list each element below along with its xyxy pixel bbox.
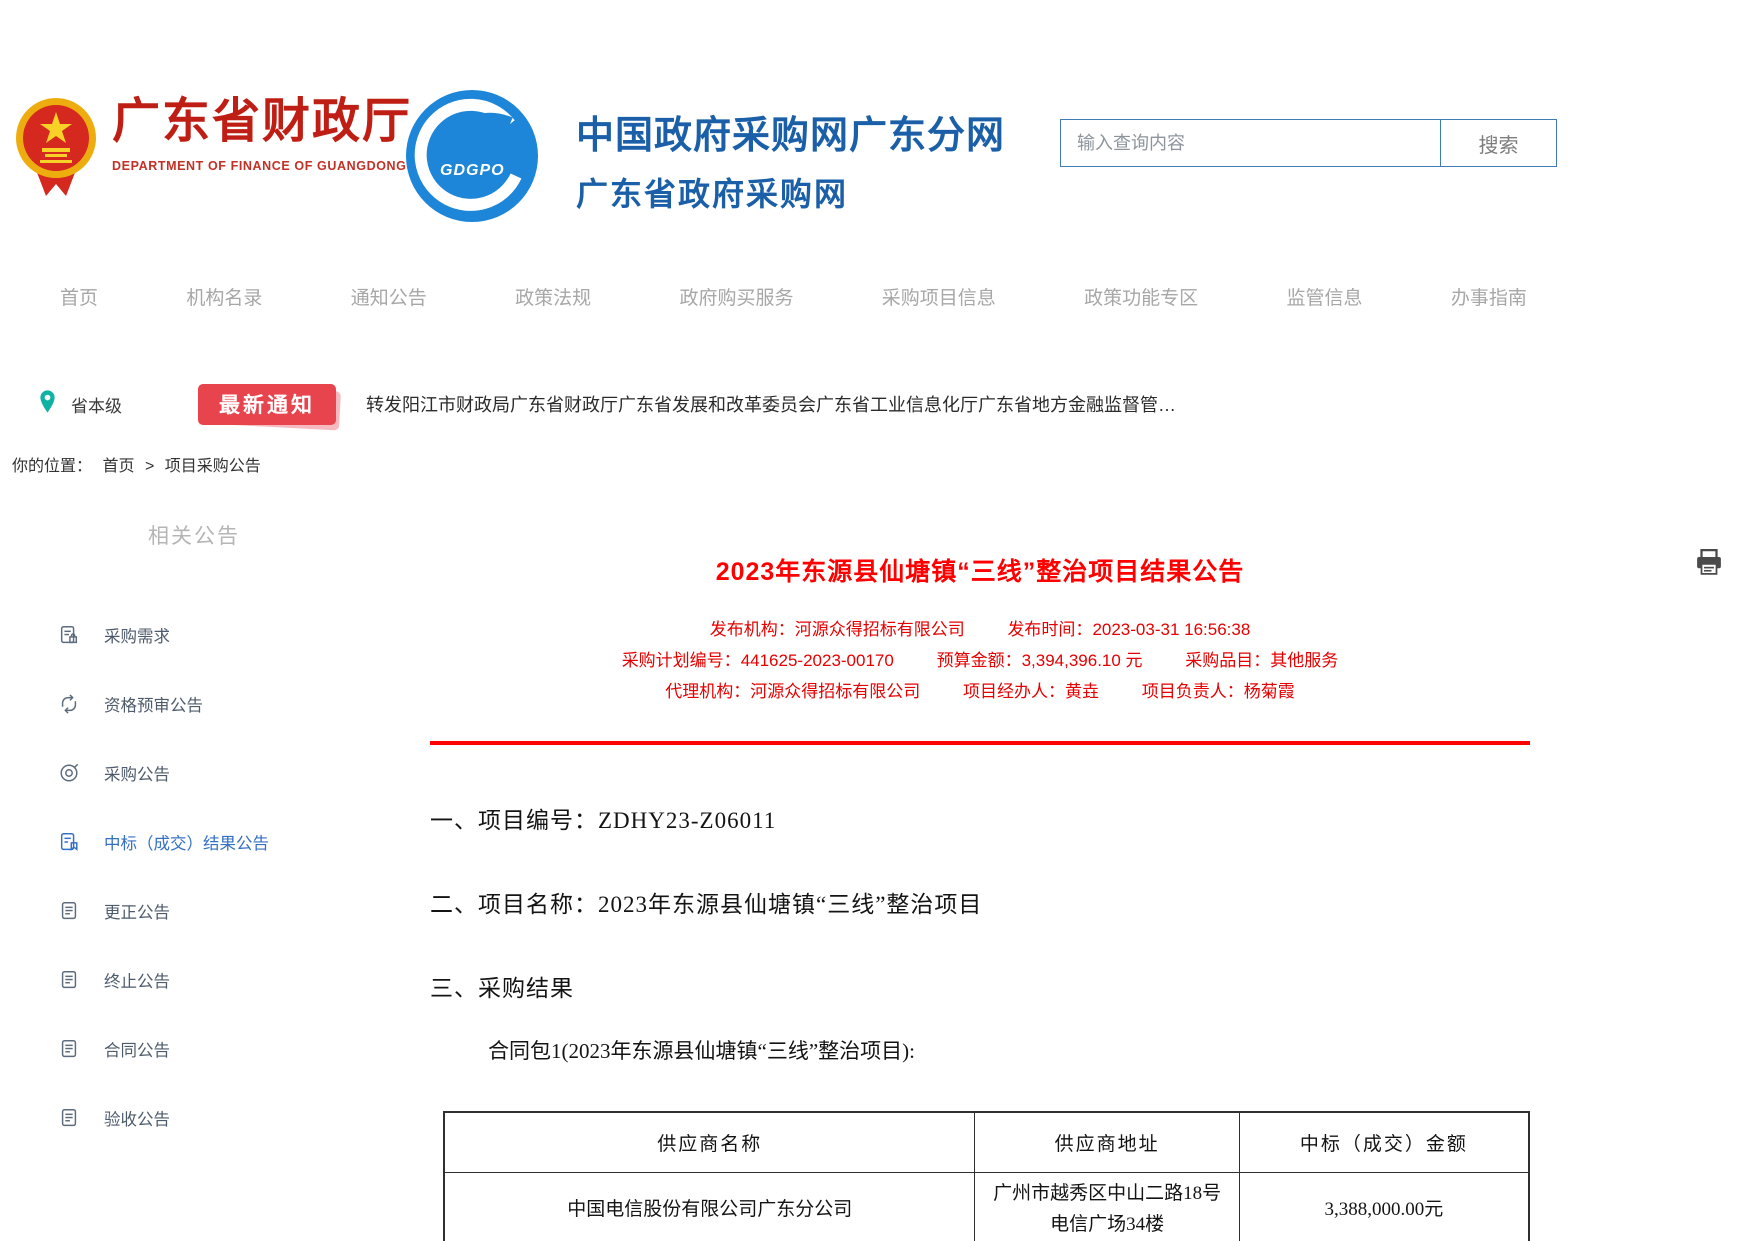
plan-number-value: 441625-2023-00170: [741, 651, 894, 670]
breadcrumb-separator: >: [145, 458, 154, 475]
contract-package-line: 合同包1(2023年东源县仙塘镇“三线”整治项目):: [430, 1035, 1530, 1065]
sidebar-item-award-result[interactable]: 中标（成交）结果公告: [0, 807, 430, 876]
section-project-number: 一、项目编号：ZDHY23-Z06011: [430, 801, 1530, 835]
sidebar-item-label: 中标（成交）结果公告: [104, 830, 269, 854]
notice-link[interactable]: 转发阳江市财政局广东省财政厅广东省发展和改革委员会广东省工业信息化厅广东省地方金…: [366, 391, 1176, 417]
manager-label: 项目负责人：: [1142, 682, 1244, 701]
nav-item-policies[interactable]: 政策法规: [515, 283, 591, 310]
manager-value: 杨菊霞: [1244, 682, 1295, 701]
budget-label: 预算金额：: [937, 651, 1022, 670]
sidebar: 相关公告 采购需求 资格预审公告: [0, 520, 430, 1152]
location-pin-icon: [38, 389, 57, 419]
national-emblem-icon: [14, 96, 98, 205]
notice-bar: 省本级 最新通知 转发阳江市财政局广东省财政厅广东省发展和改革委员会广东省工业信…: [38, 381, 1176, 427]
section-project-name: 二、项目名称：2023年东源县仙塘镇“三线”整治项目: [430, 885, 1530, 919]
sidebar-item-label: 验收公告: [104, 1106, 170, 1130]
result-table: 供应商名称 供应商地址 中标（成交）金额 中国电信股份有限公司广东分公司 广州市…: [443, 1111, 1530, 1241]
plan-number-label: 采购计划编号：: [622, 651, 741, 670]
nav-item-policy-zone[interactable]: 政策功能专区: [1084, 283, 1198, 310]
breadcrumb-prefix: 你的位置：: [12, 458, 92, 475]
latest-notice-badge[interactable]: 最新通知: [198, 384, 336, 425]
sidebar-item-procurement-demand[interactable]: 采购需求: [0, 600, 430, 669]
sidebar-list: 采购需求 资格预审公告 采购公告: [0, 600, 430, 1152]
budget-value: 3,394,396.10 元: [1022, 651, 1143, 670]
publisher-value: 河源众得招标有限公司: [795, 620, 965, 639]
breadcrumb: 你的位置： 首页 > 项目采购公告: [12, 452, 267, 476]
breadcrumb-current[interactable]: 项目采购公告: [165, 458, 261, 475]
red-divider: [430, 741, 1530, 745]
cell-award-amount: 3,388,000.00元: [1239, 1172, 1529, 1241]
nav-item-project-info[interactable]: 采购项目信息: [882, 283, 996, 310]
sidebar-item-label: 采购需求: [104, 623, 170, 647]
sidebar-item-contract[interactable]: 合同公告: [0, 1014, 430, 1083]
sidebar-item-correction[interactable]: 更正公告: [0, 876, 430, 945]
table-header-row: 供应商名称 供应商地址 中标（成交）金额: [444, 1112, 1529, 1172]
sidebar-item-prequalification[interactable]: 资格预审公告: [0, 669, 430, 738]
sidebar-item-label: 合同公告: [104, 1037, 170, 1061]
print-button[interactable]: [1694, 547, 1724, 582]
agency-value: 河源众得招标有限公司: [750, 682, 920, 701]
article-meta: 发布机构：河源众得招标有限公司 发布时间：2023-03-31 16:56:38…: [430, 614, 1530, 707]
handler-label: 项目经办人：: [963, 682, 1065, 701]
gdgpo-logo-icon: GDGPO: [406, 90, 538, 222]
search-button[interactable]: 搜索: [1440, 120, 1556, 166]
gdgpo-text: GDGPO: [440, 162, 505, 180]
header-supplier-name: 供应商名称: [444, 1112, 975, 1172]
header-award-amount: 中标（成交）金额: [1239, 1112, 1529, 1172]
category-value: 其他服务: [1270, 651, 1338, 670]
agency-label: 代理机构：: [665, 682, 750, 701]
sidebar-item-label: 采购公告: [104, 761, 170, 785]
sidebar-item-acceptance[interactable]: 验收公告: [0, 1083, 430, 1152]
site-title: 中国政府采购网广东分网 广东省政府采购网: [576, 104, 1005, 215]
cell-supplier-address: 广州市越秀区中山二路18号 电信广场34楼: [975, 1172, 1239, 1241]
search-bar: 搜索: [1060, 119, 1557, 167]
article: 2023年东源县仙塘镇“三线”整治项目结果公告 发布机构：河源众得招标有限公司 …: [430, 520, 1530, 1241]
handler-value: 黄垚: [1065, 682, 1099, 701]
address-line-1: 广州市越秀区中山二路18号: [975, 1178, 1238, 1209]
address-line-2: 电信广场34楼: [975, 1209, 1238, 1240]
page: 广东省财政厅 DEPARTMENT OF FINANCE OF GUANGDON…: [0, 0, 1755, 1241]
meta-line-2: 采购计划编号：441625-2023-00170 预算金额：3,394,396.…: [430, 645, 1530, 676]
article-title: 2023年东源县仙塘镇“三线”整治项目结果公告: [430, 552, 1530, 588]
meta-line-3: 代理机构：河源众得招标有限公司 项目经办人：黄垚 项目负责人：杨菊霞: [430, 676, 1530, 707]
nav-item-gov-purchase-service[interactable]: 政府购买服务: [679, 283, 793, 310]
sidebar-item-label: 资格预审公告: [104, 692, 203, 716]
nav-item-guide[interactable]: 办事指南: [1451, 283, 1527, 310]
nav-item-supervision[interactable]: 监管信息: [1287, 283, 1363, 310]
meta-line-1: 发布机构：河源众得招标有限公司 发布时间：2023-03-31 16:56:38: [430, 614, 1530, 645]
publish-time-value: 2023-03-31 16:56:38: [1092, 620, 1250, 639]
search-input[interactable]: [1061, 120, 1440, 166]
publish-time-label: 发布时间：: [1007, 620, 1092, 639]
sidebar-item-termination[interactable]: 终止公告: [0, 945, 430, 1014]
nav-item-notices[interactable]: 通知公告: [351, 283, 427, 310]
sidebar-item-label: 终止公告: [104, 968, 170, 992]
section-procurement-result: 三、采购结果: [430, 969, 1530, 1003]
sidebar-item-procurement-announcement[interactable]: 采购公告: [0, 738, 430, 807]
header-supplier-address: 供应商地址: [975, 1112, 1239, 1172]
category-label: 采购品目：: [1185, 651, 1270, 670]
region-selector[interactable]: 省本级: [71, 392, 122, 417]
cell-supplier-name: 中国电信股份有限公司广东分公司: [444, 1172, 975, 1241]
site-title-line1: 中国政府采购网广东分网: [576, 104, 1005, 159]
table-row: 中国电信股份有限公司广东分公司 广州市越秀区中山二路18号 电信广场34楼 3,…: [444, 1172, 1529, 1241]
nav-item-home[interactable]: 首页: [60, 283, 98, 310]
breadcrumb-home[interactable]: 首页: [102, 458, 134, 475]
publisher-label: 发布机构：: [710, 620, 795, 639]
main-nav: 首页 机构名录 通知公告 政策法规 政府购买服务 采购项目信息 政策功能专区 监…: [60, 283, 1527, 310]
sidebar-item-label: 更正公告: [104, 899, 170, 923]
nav-item-directory[interactable]: 机构名录: [186, 283, 262, 310]
site-title-line2: 广东省政府采购网: [576, 169, 1005, 215]
sidebar-title: 相关公告: [148, 520, 430, 550]
